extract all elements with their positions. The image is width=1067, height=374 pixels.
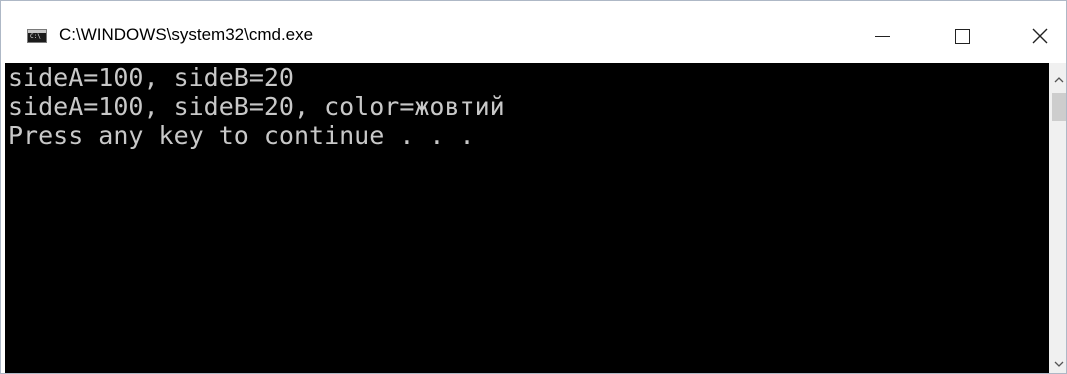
close-icon	[1032, 28, 1048, 44]
console-line: Press any key to continue . . .	[8, 121, 475, 150]
minimize-icon	[874, 35, 890, 37]
console-output[interactable]: sideA=100, sideB=20 sideA=100, sideB=20,…	[5, 63, 1049, 373]
window-title: C:\WINDOWS\system32\cmd.exe	[59, 25, 314, 44]
scroll-up-button[interactable]	[1049, 71, 1066, 89]
minimize-button[interactable]	[859, 14, 905, 58]
chevron-down-icon	[1054, 361, 1063, 367]
vertical-scrollbar[interactable]	[1049, 63, 1066, 373]
chevron-up-icon	[1054, 77, 1063, 83]
scroll-thumb[interactable]	[1052, 93, 1066, 121]
scroll-down-button[interactable]	[1049, 355, 1066, 373]
cmd-window: C:\ C:\WINDOWS\system32\cmd.exe sideA=10…	[0, 0, 1067, 374]
console-line: sideA=100, sideB=20	[8, 63, 294, 92]
close-button[interactable]	[1017, 14, 1063, 58]
cmd-icon[interactable]: C:\	[27, 29, 47, 43]
maximize-icon	[954, 28, 970, 44]
maximize-button[interactable]	[939, 14, 985, 58]
console-line: sideA=100, sideB=20, color=жовтий	[8, 92, 505, 121]
title-bar[interactable]: C:\ C:\WINDOWS\system32\cmd.exe	[1, 1, 1066, 63]
cmd-icon-prompt: C:\	[30, 33, 41, 40]
